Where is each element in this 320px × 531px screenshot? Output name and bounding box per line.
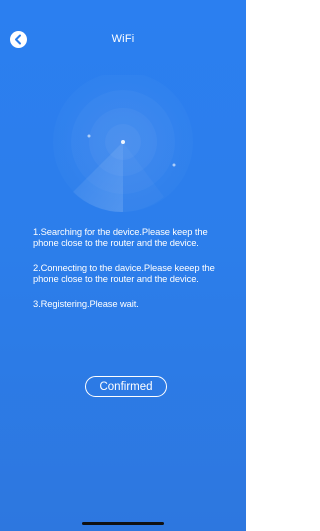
wifi-setup-screen: WiFi 1.Searching for the device.Please k… [0, 0, 246, 531]
radar-center-dot [121, 140, 125, 144]
instruction-step-2: 2.Connecting to the davice.Please keeep … [33, 262, 215, 285]
radar-scan-graphic [53, 75, 193, 213]
radar-dot [87, 134, 91, 138]
radar-dot [172, 163, 176, 167]
header: WiFi [0, 0, 246, 86]
home-indicator [82, 522, 164, 525]
confirm-button[interactable]: Confirmed [85, 376, 167, 397]
instruction-step-3: 3.Registering.Please wait. [33, 298, 139, 310]
page-title: WiFi [111, 33, 135, 45]
instructions: 1.Searching for the device.Please keep t… [33, 226, 233, 323]
instruction-step-1: 1.Searching for the device.Please keep t… [33, 226, 208, 249]
